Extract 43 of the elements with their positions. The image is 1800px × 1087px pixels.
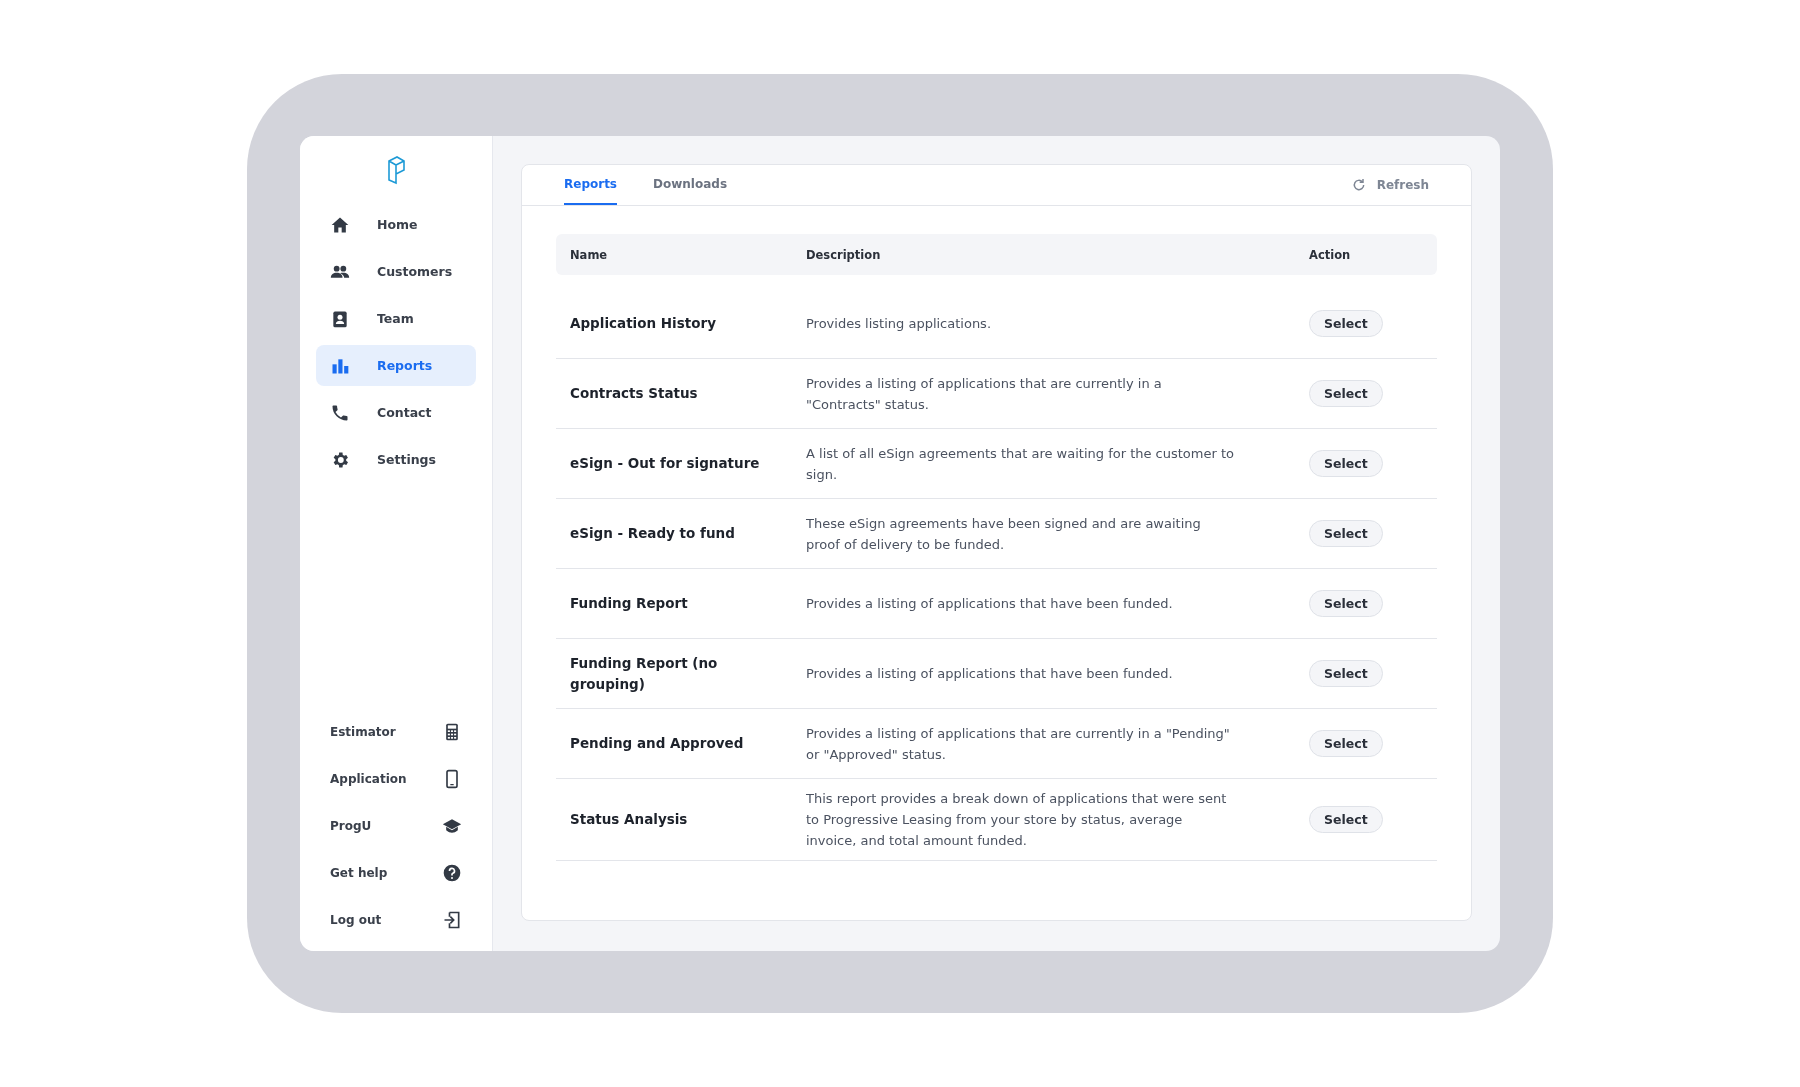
report-description: These eSign agreements have been signed and are awaiting proof of delivery to be funded. [805, 514, 1202, 554]
nav-item[interactable]: Home [316, 204, 476, 245]
select-button[interactable]: Select [1309, 380, 1383, 407]
refresh-button[interactable]: Refresh [1350, 165, 1429, 205]
select-button[interactable]: Select [1309, 730, 1383, 757]
sidebar-link[interactable]: Log out [330, 912, 382, 927]
report-name: eSign - Ready to fund [569, 524, 736, 543]
report-name: Application History [569, 314, 717, 333]
tab[interactable]: Downloads [653, 165, 728, 205]
sidebar-link[interactable]: Get help [330, 865, 388, 880]
report-description: Provides listing applications. [805, 315, 993, 333]
sidebar-link[interactable]: Estimator [330, 724, 396, 739]
select-button[interactable]: Select [1309, 310, 1383, 337]
column-header: Name [569, 247, 609, 262]
report-description: A list of all eSign agreements that are waiting for the customer to sign. [805, 444, 1235, 484]
sidebar-link[interactable]: Application [330, 771, 407, 786]
report-description: Provides a listing of applications that have been funded. [805, 665, 1174, 683]
report-name: Funding Report (no grouping) [569, 653, 719, 694]
report-description: Provides a listing of applications that are currently in a "Pending" or "Approved" status. [805, 724, 1231, 764]
sidebar-link[interactable]: ProgU [330, 818, 372, 833]
select-button[interactable]: Select [1309, 660, 1383, 687]
nav-item[interactable]: Settings [316, 439, 476, 480]
logout-icon[interactable] [442, 909, 462, 930]
report-name: Pending and Approved [569, 734, 745, 753]
select-button[interactable]: Select [1309, 450, 1383, 477]
column-header: Description [805, 247, 882, 262]
report-description: This report provides a break down of applications that were sent to Progressive Leasing from your store by status, average invoice, and total amount funded. [805, 790, 1228, 850]
nav-item[interactable]: Contact [316, 392, 476, 433]
nav-item[interactable]: Reports [316, 345, 476, 386]
select-button[interactable]: Select [1309, 520, 1383, 547]
report-name: eSign - Out for signature [569, 454, 760, 473]
question-icon[interactable] [442, 862, 462, 883]
report-description: Provides a listing of applications that are currently in a "Contracts" status. [805, 374, 1163, 414]
select-button[interactable]: Select [1309, 806, 1383, 833]
nav-item[interactable]: Team [316, 298, 476, 339]
nav-item[interactable]: Customers [316, 251, 476, 292]
report-name: Status Analysis [569, 810, 689, 829]
column-header: Action [1308, 247, 1352, 262]
report-description: Provides a listing of applications that have been funded. [805, 595, 1174, 613]
select-button[interactable]: Select [1309, 590, 1383, 617]
report-name: Funding Report [569, 594, 689, 613]
tab[interactable]: Reports [564, 165, 617, 205]
report-name: Contracts Status [569, 384, 699, 403]
